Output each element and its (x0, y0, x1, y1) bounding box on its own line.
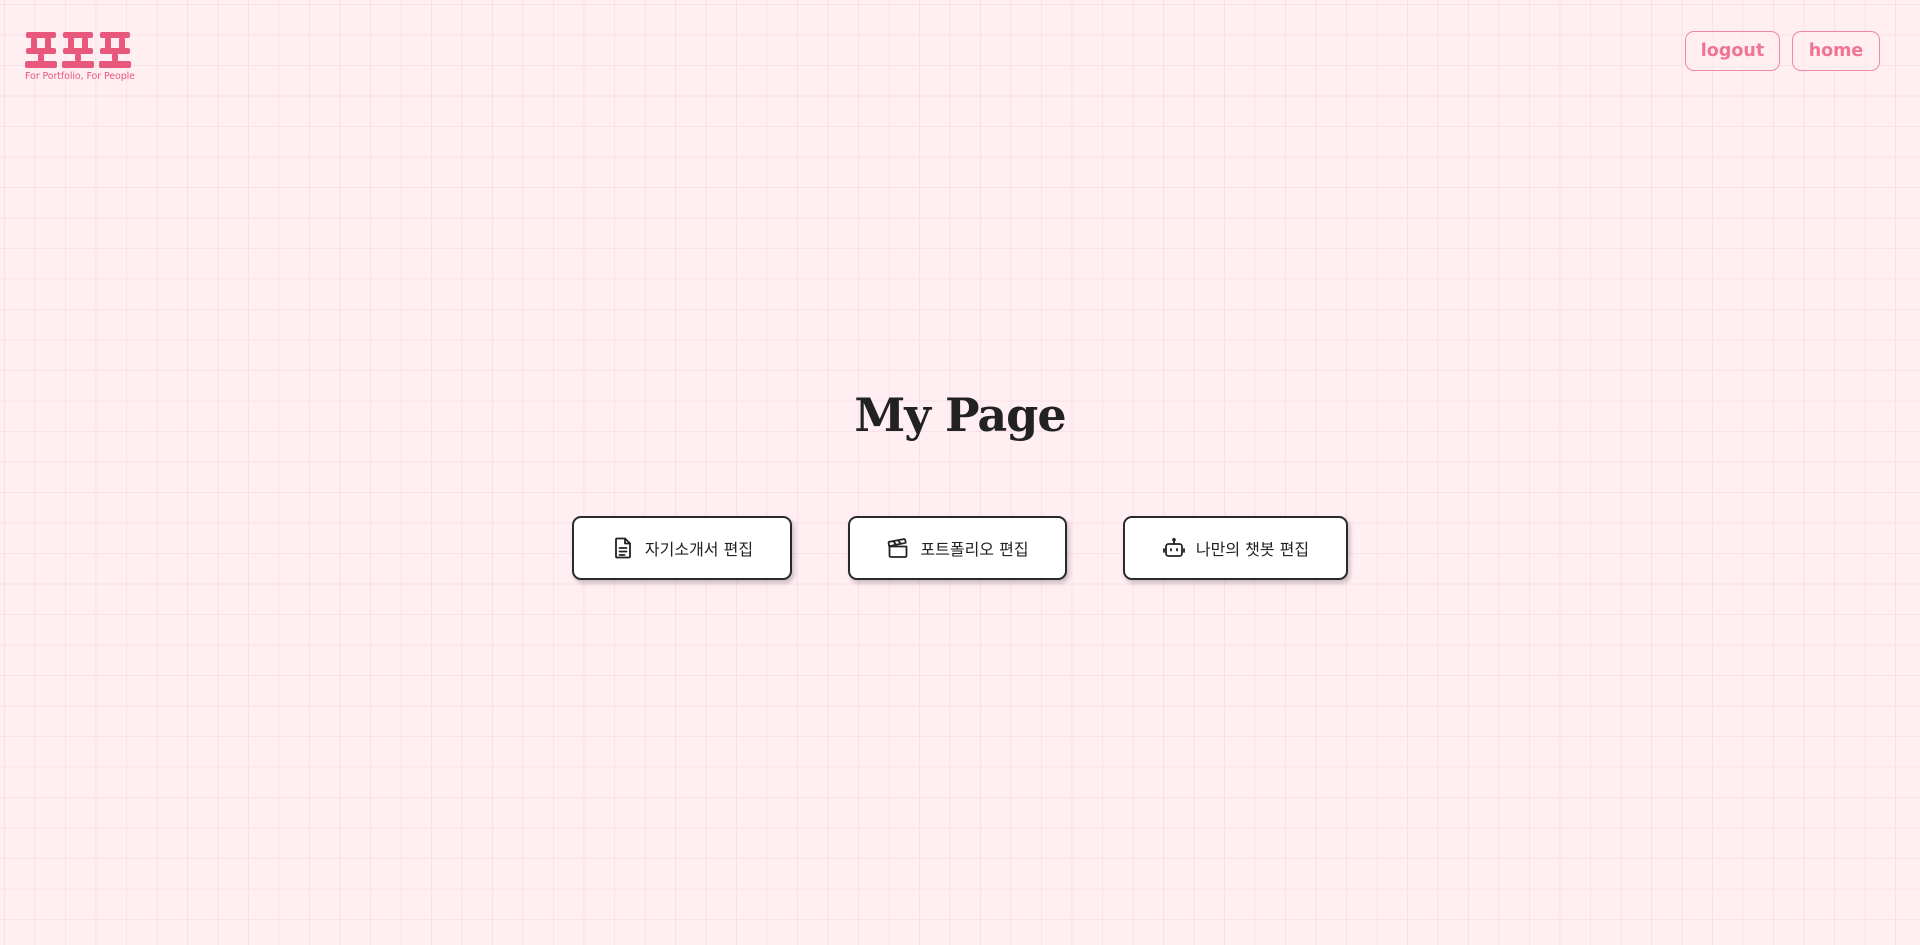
page-title: My Page (854, 388, 1066, 442)
robot-icon (1162, 536, 1186, 560)
header: For Portfolio, For People logout home (0, 0, 1920, 100)
logo-tagline: For Portfolio, For People (25, 71, 135, 82)
document-icon (611, 536, 635, 560)
edit-cover-letter-label: 자기소개서 편집 (644, 540, 754, 559)
logout-button[interactable]: logout (1685, 31, 1780, 71)
edit-portfolio-button[interactable]: 포트폴리오 편집 (848, 516, 1067, 580)
edit-portfolio-label: 포트폴리오 편집 (920, 540, 1029, 559)
edit-cover-letter-button[interactable]: 자기소개서 편집 (572, 516, 792, 580)
home-button[interactable]: home (1792, 31, 1880, 71)
edit-chatbot-label: 나만의 챗봇 편집 (1195, 540, 1310, 559)
edit-chatbot-button[interactable]: 나만의 챗봇 편집 (1123, 516, 1348, 580)
clapperboard-icon (886, 536, 910, 560)
logo[interactable]: For Portfolio, For People (25, 31, 135, 85)
logo-wordmark (25, 32, 131, 68)
